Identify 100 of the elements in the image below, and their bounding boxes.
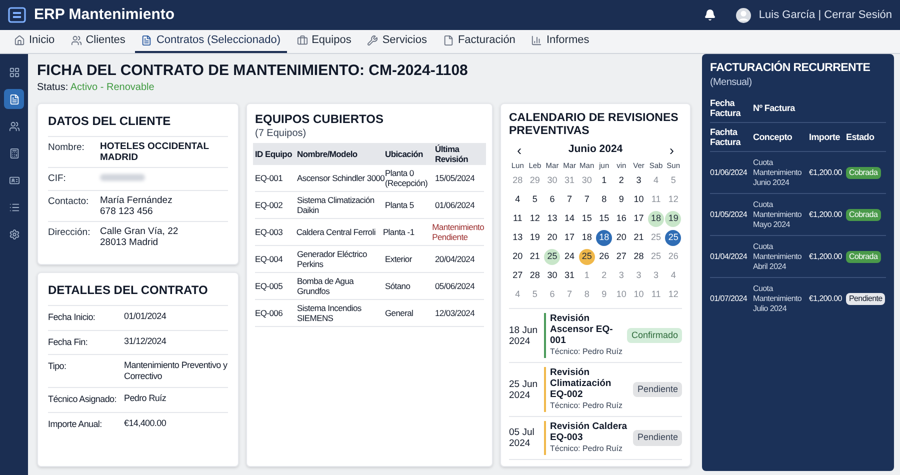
calendar-day[interactable]: 21 — [526, 248, 543, 264]
calendar-day[interactable]: 17 — [562, 230, 578, 246]
field-label: Técnico Asignado: — [48, 393, 118, 406]
calendar-day[interactable]: 18 — [596, 230, 612, 246]
calendar-day[interactable]: 26 — [596, 248, 612, 264]
calendar-day[interactable]: 16 — [613, 210, 630, 226]
sidebar-button[interactable] — [4, 89, 24, 109]
calendar-day[interactable]: 6 — [544, 192, 560, 208]
calendar-day[interactable]: 10 — [630, 192, 647, 208]
notification-icon[interactable] — [704, 9, 716, 21]
calendar-day[interactable]: 17 — [630, 210, 647, 226]
status-badge: Cobrada — [846, 166, 881, 178]
status-badge: Pendiente — [846, 293, 886, 305]
calendar-day[interactable]: 14 — [562, 210, 578, 226]
calendar-day[interactable]: 7 — [578, 192, 595, 208]
nav-tab[interactable]: Inicio — [8, 30, 61, 53]
calendar-day[interactable]: 4 — [510, 192, 526, 208]
calendar-day[interactable]: 19 — [526, 230, 543, 246]
table-cell-text: 01/06/2024 — [435, 200, 476, 210]
panel-title: FACTURACIÓN RECURRENTE — [710, 62, 872, 75]
table-cell-text: 01/07/2024 — [710, 294, 748, 304]
next-month-button[interactable]: › — [665, 142, 678, 157]
calendar-day[interactable]: 27 — [613, 248, 630, 264]
calendar-day[interactable]: 20 — [544, 230, 560, 246]
column-header: Ubicación — [385, 148, 424, 161]
nav-tab[interactable]: Facturación — [436, 30, 522, 53]
table-cell-text: EQ-003 — [255, 227, 284, 237]
calendar-day[interactable]: 11 — [510, 210, 526, 226]
table-cell-text: 01/05/2024 — [710, 210, 748, 220]
calendar-day[interactable]: 9 — [613, 192, 630, 208]
card-subtitle: (7 Equipos) — [255, 127, 308, 141]
table-cell-text: Sistema Incendios SIEMENS — [297, 303, 362, 323]
table-cell-text: Generador Eléctrico Perkins — [297, 249, 368, 269]
calendar-day[interactable]: 31 — [562, 268, 578, 284]
briefcase-icon — [296, 35, 308, 46]
calendar-day[interactable]: 25 — [578, 248, 595, 264]
column-header: Fachta Factura — [710, 127, 742, 147]
column-header: Nº Factura — [753, 103, 795, 113]
table-cell-text: Exterior — [385, 254, 413, 264]
nav-tab[interactable]: Clientes — [64, 30, 132, 53]
field-value: Calle Gran Vía, 22 28013 Madrid — [100, 226, 178, 248]
calendar-day[interactable]: 13 — [510, 230, 526, 246]
field-label: Importe Anual: — [48, 418, 103, 431]
field-label: Contacto: — [48, 195, 90, 210]
nav-tab[interactable]: Equipos — [290, 30, 358, 53]
nav-tab[interactable]: Servicios — [361, 30, 433, 53]
field-value: María Fernández 678 123 456 — [100, 195, 172, 218]
table-cell-text: Bomba de Agua Grundfos — [297, 276, 355, 296]
calendar-day[interactable]: 5 — [526, 192, 543, 208]
calendar-day[interactable]: 18 — [578, 230, 595, 246]
field-label: Dirección: — [48, 226, 92, 240]
nav-tab[interactable]: Contratos (Seleccionado) — [135, 30, 287, 53]
previous-month-button[interactable]: ‹ — [513, 142, 526, 157]
calendar-day[interactable]: 7 — [562, 192, 578, 208]
status-badge: Cobrada — [846, 250, 881, 262]
avatar-icon[interactable] — [736, 8, 751, 22]
calendar-day[interactable]: 28 — [630, 248, 647, 264]
people-icon — [70, 35, 82, 46]
table-cell-text: Planta -1 — [382, 227, 416, 237]
card-title: CALENDARIO DE REVISIONES PREVENTIVAS — [509, 112, 680, 138]
column-header: Estado — [846, 132, 874, 142]
table-cell-text: Caldera Central Ferroli — [296, 227, 376, 237]
calendar-day[interactable]: 15 — [596, 210, 612, 226]
nav-tab[interactable]: Informes — [525, 30, 596, 53]
people-icon — [8, 120, 20, 132]
calendar-day[interactable]: 28 — [526, 268, 543, 284]
calendar-day[interactable]: 18 — [648, 210, 664, 226]
calculator-icon — [8, 148, 20, 158]
column-header: Nombre/Modelo — [297, 148, 358, 161]
calendar-day[interactable]: 25 — [544, 248, 560, 264]
calendar-day[interactable]: 8 — [596, 192, 612, 208]
calendar-day[interactable]: 20 — [613, 230, 630, 246]
event-date: 18 Jun 2024 — [509, 324, 539, 346]
column-header: Última Revisión — [435, 144, 470, 164]
event-date: 25 Jun 2024 — [509, 378, 539, 400]
table-cell-text: Cuota Mantenimiento Julio 2024 — [753, 284, 803, 314]
calendar-day[interactable]: 24 — [562, 248, 578, 264]
column-header: ID Equipo — [255, 148, 293, 161]
calendar-day[interactable]: 20 — [510, 248, 526, 264]
calendar-day[interactable]: 27 — [510, 268, 526, 284]
calendar-day[interactable]: 13 — [544, 210, 560, 226]
user-link[interactable]: Luis García | Cerrar Sesión — [758, 6, 892, 24]
column-header: Importe — [809, 132, 841, 142]
table-cell-text: €1,200.00 — [809, 210, 843, 220]
calendar-day[interactable]: 15 — [578, 210, 595, 226]
panel-subtitle: (Mensual) — [710, 76, 753, 90]
calendar-day[interactable]: 19 — [665, 210, 682, 226]
document-icon — [8, 94, 20, 104]
bar-chart-icon — [531, 35, 542, 46]
column-header: Fecha Factura — [710, 98, 742, 118]
calendar-day[interactable]: 25 — [665, 230, 682, 246]
calendar-day[interactable]: 3 — [630, 172, 647, 188]
event-title: Revisión Ascensor EQ-001 — [550, 313, 614, 346]
calendar-day[interactable]: 2 — [613, 172, 630, 188]
calendar-day[interactable]: 12 — [526, 210, 543, 226]
calendar-day[interactable]: 1 — [596, 172, 612, 188]
table-cell-text: EQ-001 — [255, 173, 284, 183]
field-label: CIF: — [48, 172, 67, 186]
calendar-day[interactable]: 30 — [544, 268, 560, 284]
calendar-day[interactable]: 21 — [630, 230, 647, 246]
